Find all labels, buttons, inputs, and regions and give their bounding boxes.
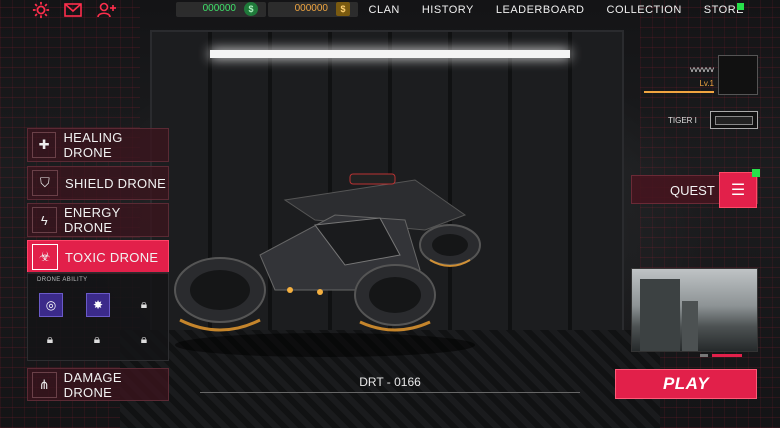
quest-label: QUEST	[670, 183, 715, 198]
quest-notification-dot	[752, 169, 760, 177]
play-button[interactable]: PLAY	[615, 369, 757, 399]
ability-lock-icon[interactable]: 🔒︎	[133, 293, 155, 315]
shield-icon: ⛉	[32, 170, 58, 196]
settings-gear-icon[interactable]	[30, 0, 52, 20]
drone-ability-title: DRONE ABILITY	[37, 277, 88, 283]
map-tower-shape	[640, 279, 680, 351]
ability-lock-icon[interactable]: 🔒︎	[133, 328, 155, 350]
gold-currency-value: 000000	[294, 3, 328, 14]
ability-lock-icon[interactable]: 🔒︎	[86, 328, 108, 350]
player-profile[interactable]: vvvvvv Lv.1	[638, 55, 758, 95]
quest-list-icon: ☰	[719, 172, 757, 208]
healing-drone-label: HEALING DRONE	[63, 130, 123, 160]
ability-lock-icon[interactable]: 🔒︎	[39, 328, 61, 350]
player-name: vvvvvv	[690, 65, 714, 74]
avatar[interactable]	[718, 55, 758, 95]
nav-leaderboard[interactable]: LEADERBOARD	[496, 4, 585, 16]
toxic-icon: ☣	[32, 244, 58, 270]
gold-currency: 000000 $	[268, 2, 358, 17]
toxic-drone-button[interactable]: ☣ TOXIC DRONE	[27, 240, 169, 274]
main-nav: CLAN HISTORY LEADERBOARD COLLECTION STOR…	[369, 4, 744, 16]
model-underline	[200, 392, 580, 393]
gold-coin-icon: $	[336, 2, 350, 16]
damage-drone-button[interactable]: ⋔ DAMAGE DRONE	[27, 368, 169, 401]
player-level: Lv.1	[699, 79, 714, 88]
store-notification-dot	[737, 3, 744, 10]
healing-icon: ✚	[32, 132, 57, 158]
map-page-indicator[interactable]	[700, 354, 708, 357]
shield-drone-label: SHIELD DRONE	[65, 175, 167, 191]
green-currency-value: 000000	[202, 3, 236, 14]
player-rank: TIGER I	[638, 111, 758, 129]
drone-model-image	[174, 173, 481, 357]
mail-icon[interactable]	[62, 0, 84, 20]
rank-badge-icon	[710, 111, 758, 129]
energy-icon: ϟ	[32, 207, 57, 233]
damage-drone-label: DAMAGE DRONE	[63, 369, 122, 400]
green-currency: 000000 $	[176, 2, 266, 17]
shield-drone-button[interactable]: ⛉ SHIELD DRONE	[27, 166, 169, 200]
green-gem-icon: $	[244, 2, 258, 16]
top-bar: 000000 $ 000000 $ CLAN HISTORY LEADERBOA…	[0, 0, 780, 20]
nav-collection[interactable]: COLLECTION	[607, 4, 682, 16]
drone-ability-panel: DRONE ABILITY ◎ ✸ 🔒︎ 🔒︎ 🔒︎ 🔒︎	[27, 272, 169, 361]
ability-swirl-icon[interactable]: ◎	[39, 293, 63, 317]
player-xp-bar	[644, 91, 714, 93]
nav-history[interactable]: HISTORY	[422, 4, 474, 16]
quest-button[interactable]: QUEST ☰	[631, 169, 760, 208]
damage-icon: ⋔	[32, 371, 57, 398]
rank-label: TIGER I	[668, 116, 697, 125]
energy-drone-label: ENERGY DRONE	[63, 205, 121, 235]
ceiling-light	[210, 50, 570, 58]
toxic-drone-label: TOXIC DRONE	[65, 249, 159, 265]
nav-clan[interactable]: CLAN	[369, 4, 400, 16]
map-preview[interactable]	[631, 268, 758, 352]
energy-drone-button[interactable]: ϟ ENERGY DRONE	[27, 203, 169, 237]
map-page-indicator-active[interactable]	[712, 354, 742, 357]
ability-splat-icon[interactable]: ✸	[86, 293, 110, 317]
healing-drone-button[interactable]: ✚ HEALING DRONE	[27, 128, 169, 162]
drone-model-name: DRT - 0166	[359, 375, 421, 389]
map-tower-shape	[682, 301, 698, 351]
add-friend-icon[interactable]	[96, 0, 118, 20]
